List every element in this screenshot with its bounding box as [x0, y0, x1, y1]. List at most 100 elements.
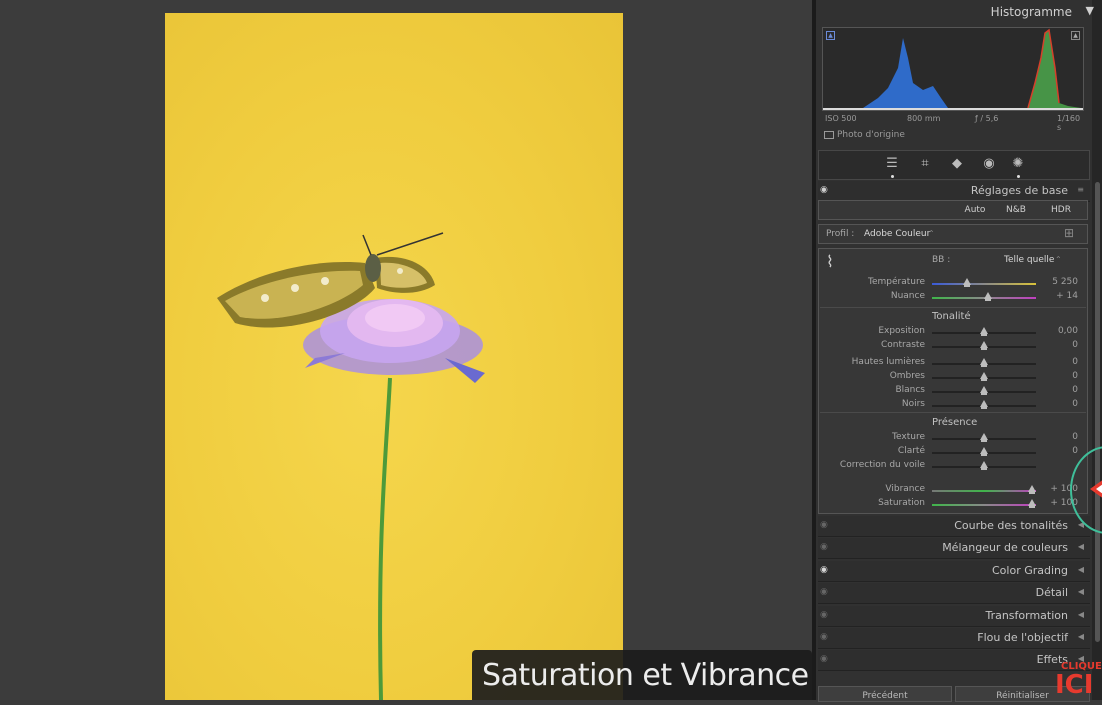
eye-icon[interactable]: ◉: [820, 185, 828, 195]
slider-label: Texture: [892, 432, 925, 442]
highlight-clipping-icon[interactable]: ▲: [1071, 31, 1080, 40]
presence-heading: Présence: [932, 417, 978, 428]
slider-thumb[interactable]: [1027, 499, 1036, 508]
slider-value[interactable]: + 14: [1042, 291, 1078, 301]
section-header[interactable]: ◉ Color Grading ◀: [818, 561, 1090, 582]
iso-value: ISO 500: [825, 114, 857, 123]
histogram[interactable]: ▲ ▲: [822, 27, 1084, 111]
ici-text[interactable]: ICI: [1055, 671, 1093, 699]
slider-value[interactable]: 0: [1042, 399, 1078, 409]
slider-thumb[interactable]: [980, 372, 988, 381]
expand-triangle-icon[interactable]: ◀: [1078, 610, 1084, 619]
original-photo-label: Photo d'origine: [837, 130, 905, 140]
expand-triangle-icon[interactable]: ◀: [1078, 632, 1084, 641]
checkbox-icon[interactable]: [824, 130, 834, 139]
slider-value[interactable]: 0,00: [1042, 326, 1078, 336]
slider-label: Vibrance: [885, 484, 925, 494]
basic-panel-body: [818, 248, 1088, 514]
profile-row: [818, 224, 1088, 244]
photo-preview[interactable]: [165, 13, 623, 700]
eye-icon[interactable]: ◉: [820, 542, 828, 552]
auto-button[interactable]: Auto: [960, 203, 990, 217]
section-header[interactable]: ◉ Mélangeur de couleurs ◀: [818, 538, 1090, 559]
expand-triangle-icon[interactable]: ◀: [1078, 587, 1084, 596]
slider-track[interactable]: [932, 504, 1036, 506]
eye-icon[interactable]: ◉: [820, 610, 828, 620]
video-caption: Saturation et Vibrance: [472, 650, 812, 700]
sliders-icon[interactable]: ☰: [883, 156, 901, 172]
slider-label: Exposition: [878, 326, 925, 336]
slider-track[interactable]: [932, 283, 1036, 285]
slider-label: Nuance: [890, 291, 925, 301]
hdr-button[interactable]: HDR: [1046, 203, 1076, 217]
expand-triangle-icon[interactable]: ◀: [1078, 565, 1084, 574]
redeye-icon[interactable]: ◉: [980, 156, 998, 172]
masking-icon[interactable]: ✺: [1009, 156, 1027, 172]
wb-select[interactable]: Telle quelle: [1004, 255, 1054, 265]
section-title: Détail: [1035, 586, 1068, 599]
section-title: Réglages de base: [970, 184, 1068, 197]
slider-label: Hautes lumières: [851, 357, 925, 367]
section-title: Transformation: [985, 609, 1068, 622]
slider-thumb[interactable]: [984, 292, 993, 301]
slider-label: Contraste: [881, 340, 925, 350]
slider-label: Température: [867, 277, 925, 287]
slider-value[interactable]: 0: [1042, 446, 1078, 456]
eye-icon[interactable]: ◉: [820, 632, 828, 642]
slider-value[interactable]: 0: [1042, 385, 1078, 395]
original-photo-toggle[interactable]: Photo d'origine: [824, 130, 905, 140]
slider-thumb[interactable]: [980, 447, 988, 456]
slider-thumb[interactable]: [980, 327, 988, 336]
section-title: Mélangeur de couleurs: [942, 541, 1068, 554]
slider-label: Noirs: [901, 399, 925, 409]
aperture-value: ƒ / 5,6: [975, 114, 999, 123]
slider-value[interactable]: 0: [1042, 357, 1078, 367]
slider-thumb[interactable]: [980, 341, 988, 350]
section-title: Color Grading: [992, 564, 1068, 577]
section-header[interactable]: ◉ Courbe des tonalités ◀: [818, 516, 1090, 537]
slider-thumb[interactable]: [963, 278, 972, 287]
slider-label: Clarté: [897, 446, 925, 456]
wb-dropdown-icon[interactable]: ⌃: [1055, 255, 1062, 264]
eye-icon[interactable]: ◉: [820, 565, 828, 575]
section-title: Courbe des tonalités: [954, 519, 1068, 532]
profile-select[interactable]: Adobe Couleur: [864, 229, 930, 239]
section-header-basic[interactable]: ◉ Réglages de base ≡: [818, 181, 1090, 202]
menu-icon[interactable]: ≡: [1077, 185, 1084, 194]
slider-thumb[interactable]: [1027, 485, 1036, 494]
eye-icon[interactable]: ◉: [820, 587, 828, 597]
crop-icon[interactable]: ⌗: [916, 156, 934, 172]
section-title: Flou de l'objectif: [977, 631, 1068, 644]
shutter-value: 1/160 s: [1057, 114, 1081, 132]
panel-scrollbar-thumb[interactable]: [1095, 182, 1100, 642]
eye-icon[interactable]: ◉: [820, 520, 828, 530]
slider-value[interactable]: 0: [1042, 432, 1078, 442]
profile-browser-icon[interactable]: ⊞: [1064, 226, 1074, 240]
slider-thumb[interactable]: [980, 461, 988, 470]
slider-thumb[interactable]: [980, 433, 988, 442]
slider-thumb[interactable]: [980, 386, 988, 395]
bw-button[interactable]: N&B: [1000, 203, 1032, 217]
eyedropper-icon[interactable]: ⌇: [826, 252, 834, 271]
slider-thumb[interactable]: [980, 358, 988, 367]
section-header[interactable]: ◉ Transformation ◀: [818, 606, 1090, 627]
collapse-triangle-icon[interactable]: ▼: [1086, 4, 1094, 17]
masking-indicator: [1017, 175, 1020, 178]
dropdown-icon[interactable]: ⌃: [928, 229, 935, 238]
section-header[interactable]: ◉ Détail ◀: [818, 583, 1090, 604]
red-arrow-inner: [1096, 484, 1102, 494]
section-header[interactable]: ◉ Flou de l'objectif ◀: [818, 628, 1090, 649]
slider-track[interactable]: [932, 490, 1036, 492]
eye-icon[interactable]: ◉: [820, 654, 828, 664]
slider-value[interactable]: 0: [1042, 340, 1078, 350]
slider-value[interactable]: 5 250: [1042, 277, 1078, 287]
slider-value[interactable]: 0: [1042, 371, 1078, 381]
shadow-clipping-icon[interactable]: ▲: [826, 31, 835, 40]
slider-thumb[interactable]: [980, 400, 988, 409]
image-canvas: [0, 0, 812, 700]
divider: [820, 307, 1086, 308]
section-header[interactable]: ◉ Effets ◀: [818, 650, 1090, 671]
eraser-icon[interactable]: ◆: [948, 156, 966, 172]
slider-label: Ombres: [889, 371, 925, 381]
expand-triangle-icon[interactable]: ◀: [1078, 542, 1084, 551]
